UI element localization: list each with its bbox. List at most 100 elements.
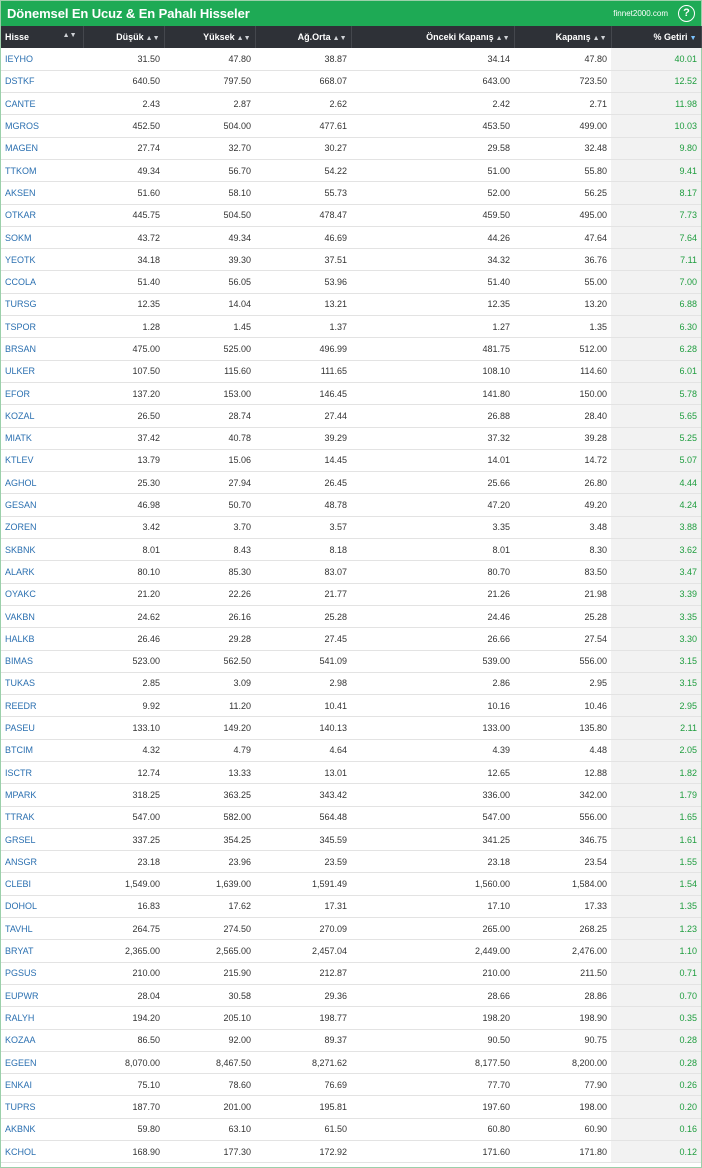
symbol-link[interactable]: BIMAS [1, 650, 83, 673]
symbol-link[interactable]: BRSAN [1, 337, 83, 361]
symbol-link[interactable]: KTLEV [1, 449, 83, 473]
symbol-link[interactable]: TAVHL [1, 917, 83, 941]
symbol-link[interactable]: PASEU [1, 716, 83, 740]
symbol-link[interactable]: ALARK [1, 560, 83, 584]
symbol-link[interactable]: DSTKF [1, 70, 83, 94]
help-icon[interactable]: ? [678, 5, 695, 22]
brand-link[interactable]: finnet2000.com [613, 9, 668, 18]
table-row: IEYHO 31.50 47.80 38.87 34.14 47.80 40.01 [1, 48, 701, 71]
symbol-link[interactable]: MPARK [1, 783, 83, 807]
column-header-yuksek[interactable]: Yüksek ▲▼ [164, 26, 256, 48]
avg-cell: 477.61 [255, 114, 351, 138]
table-row: MPARK 318.25 363.25 343.42 336.00 342.00 1.79 [1, 783, 701, 807]
symbol-link[interactable]: SOKM [1, 226, 83, 250]
avg-cell: 13.21 [255, 293, 351, 317]
symbol-link[interactable]: KCHOL [1, 1140, 83, 1164]
low-cell: 80.10 [83, 560, 164, 584]
symbol-link[interactable]: CLEBI [1, 872, 83, 896]
symbol-link[interactable]: BTCIM [1, 739, 83, 763]
return-cell: 7.11 [611, 248, 701, 272]
close-cell: 55.80 [514, 159, 611, 183]
high-cell: 56.05 [164, 270, 255, 294]
table-row: GESAN 46.98 50.70 48.78 47.20 49.20 4.24 [1, 493, 701, 517]
column-header-dusuk[interactable]: Düşük ▲▼ [83, 26, 165, 48]
low-cell: 264.75 [83, 917, 164, 941]
column-header-hisse[interactable]: Hisse ▲▼ [1, 26, 84, 48]
symbol-link[interactable]: TUPRS [1, 1095, 83, 1119]
table-row: DOHOL 16.83 17.62 17.31 17.10 17.33 1.35 [1, 895, 701, 919]
symbol-link[interactable]: AKBNK [1, 1118, 83, 1142]
symbol-link[interactable]: KOZAL [1, 404, 83, 428]
prev-close-cell: 108.10 [351, 360, 514, 383]
table-row: BRSAN 475.00 525.00 496.99 481.75 512.00 6.28 [1, 337, 701, 361]
return-cell: 3.39 [611, 583, 701, 606]
avg-cell: 17.31 [255, 895, 351, 919]
symbol-link[interactable]: TUKAS [1, 672, 83, 696]
symbol-link[interactable]: EFOR [1, 382, 83, 406]
table-row: VAKBN 24.62 26.16 25.28 24.46 25.28 3.35 [1, 605, 701, 629]
avg-cell: 89.37 [255, 1029, 351, 1052]
symbol-link[interactable]: VAKBN [1, 605, 83, 629]
return-cell: 1.35 [611, 895, 701, 919]
symbol-link[interactable]: PGSUS [1, 962, 83, 985]
return-cell: 7.00 [611, 270, 701, 294]
avg-cell: 48.78 [255, 493, 351, 517]
symbol-link[interactable]: DOHOL [1, 895, 83, 919]
close-cell: 27.54 [514, 627, 611, 651]
symbol-link[interactable]: BRYAT [1, 939, 83, 963]
high-cell: 2.87 [164, 92, 255, 116]
close-cell: 723.50 [514, 70, 611, 94]
symbol-link[interactable]: ISCTR [1, 761, 83, 785]
table-row: RALYH 194.20 205.10 198.77 198.20 198.90 0.35 [1, 1006, 701, 1030]
column-header-getiri[interactable]: % Getiri ▼ [611, 26, 702, 48]
symbol-link[interactable]: KOZAA [1, 1029, 83, 1052]
symbol-link[interactable]: ZOREN [1, 516, 83, 540]
sort-icon: ▲▼ [332, 35, 347, 42]
symbol-link[interactable]: YEOTK [1, 248, 83, 272]
symbol-link[interactable]: MIATK [1, 427, 83, 450]
column-header-onceki-kapanis[interactable]: Önceki Kapanış ▲▼ [351, 26, 515, 48]
symbol-link[interactable]: REEDR [1, 694, 83, 718]
low-cell: 13.79 [83, 449, 164, 473]
column-header-kapanis[interactable]: Kapanış ▲▼ [514, 26, 612, 48]
symbol-link[interactable]: CCOLA [1, 270, 83, 294]
symbol-link[interactable]: OTKAR [1, 204, 83, 227]
close-cell: 10.46 [514, 694, 611, 718]
table-row: KCHOL 168.90 177.30 172.92 171.60 171.80 0.12 [1, 1140, 701, 1164]
low-cell: 337.25 [83, 828, 164, 852]
symbol-link[interactable]: EGEEN [1, 1051, 83, 1075]
symbol-link[interactable]: OYAKC [1, 583, 83, 606]
low-cell: 3.42 [83, 516, 164, 540]
close-cell: 198.90 [514, 1006, 611, 1030]
symbol-link[interactable]: CANTE [1, 92, 83, 116]
symbol-link[interactable]: ENKAI [1, 1073, 83, 1097]
symbol-link[interactable]: MAGEN [1, 137, 83, 160]
high-cell: 78.60 [164, 1073, 255, 1097]
symbol-link[interactable]: GESAN [1, 493, 83, 517]
symbol-link[interactable]: ULKER [1, 360, 83, 383]
symbol-link[interactable]: HALKB [1, 627, 83, 651]
symbol-link[interactable]: GRSEL [1, 828, 83, 852]
table-row: AKBNK 59.80 63.10 61.50 60.80 60.90 0.16 [1, 1118, 701, 1142]
low-cell: 16.83 [83, 895, 164, 919]
symbol-link[interactable]: ANSGR [1, 850, 83, 874]
symbol-link[interactable]: AKSEN [1, 181, 83, 205]
symbol-link[interactable]: MGROS [1, 114, 83, 138]
symbol-link[interactable]: RALYH [1, 1006, 83, 1030]
table-row: EFOR 137.20 153.00 146.45 141.80 150.00 5.78 [1, 382, 701, 406]
close-cell: 47.64 [514, 226, 611, 250]
symbol-link[interactable]: SKBNK [1, 538, 83, 562]
symbol-link[interactable]: TSPOR [1, 315, 83, 339]
table-row: CCOLA 51.40 56.05 53.96 51.40 55.00 7.00 [1, 270, 701, 294]
symbol-link[interactable]: IEYHO [1, 48, 83, 71]
low-cell: 2,365.00 [83, 939, 164, 963]
avg-cell: 2.62 [255, 92, 351, 116]
close-cell: 556.00 [514, 650, 611, 673]
symbol-link[interactable]: TTRAK [1, 806, 83, 829]
low-cell: 31.50 [83, 48, 164, 71]
symbol-link[interactable]: AGHOL [1, 471, 83, 495]
column-header-ag-orta[interactable]: Ağ.Orta ▲▼ [255, 26, 352, 48]
symbol-link[interactable]: EUPWR [1, 984, 83, 1008]
symbol-link[interactable]: TTKOM [1, 159, 83, 183]
symbol-link[interactable]: TURSG [1, 293, 83, 317]
